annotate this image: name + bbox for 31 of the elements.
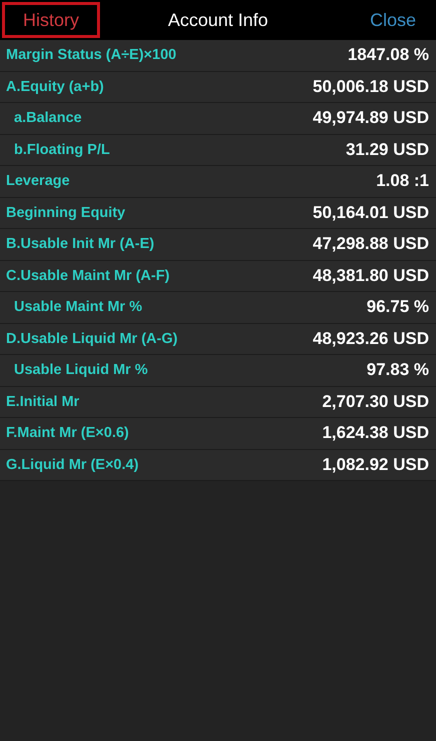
row-label: C.Usable Maint Mr (A-F) xyxy=(6,268,170,284)
row-label: a.Balance xyxy=(14,110,82,126)
row-value: 50,164.01 USD xyxy=(312,202,429,223)
row-label: F.Maint Mr (E×0.6) xyxy=(6,425,129,442)
row-label: Usable Maint Mr % xyxy=(14,299,142,316)
row-label: B.Usable Init Mr (A-E) xyxy=(6,236,154,252)
row-value: 96.75 % xyxy=(366,297,429,318)
row-value: 1,624.38 USD xyxy=(322,423,429,444)
row-value: 1,082.92 USD xyxy=(322,454,429,475)
row-label: Usable Liquid Mr % xyxy=(14,362,148,378)
row-label: b.Floating P/L xyxy=(14,142,110,158)
row-label: E.Initial Mr xyxy=(6,394,80,410)
row-value: 1.08 :1 xyxy=(376,171,429,192)
row-value: 48,923.26 USD xyxy=(312,328,429,349)
row-value: 50,006.18 USD xyxy=(312,76,429,97)
row-value: 2,707.30 USD xyxy=(322,392,429,412)
row-label: Beginning Equity xyxy=(6,204,126,221)
row-value: 97.83 % xyxy=(366,360,429,380)
history-button[interactable]: History xyxy=(2,2,100,38)
row-label: A.Equity (a+b) xyxy=(6,78,104,95)
row-value: 49,974.89 USD xyxy=(312,108,429,128)
close-button[interactable]: Close xyxy=(370,10,416,30)
row-value: 31.29 USD xyxy=(346,140,429,160)
window-title: Account Info xyxy=(168,10,268,30)
row-label: Margin Status (A÷E)×100 xyxy=(6,47,176,64)
row-value: 48,381.80 USD xyxy=(312,266,429,286)
row-label: Leverage xyxy=(6,173,70,190)
row-label: G.Liquid Mr (E×0.4) xyxy=(6,456,139,473)
row-label: D.Usable Liquid Mr (A-G) xyxy=(6,330,178,347)
row-value: 47,298.88 USD xyxy=(312,234,429,254)
row-value: 1847.08 % xyxy=(348,45,429,66)
